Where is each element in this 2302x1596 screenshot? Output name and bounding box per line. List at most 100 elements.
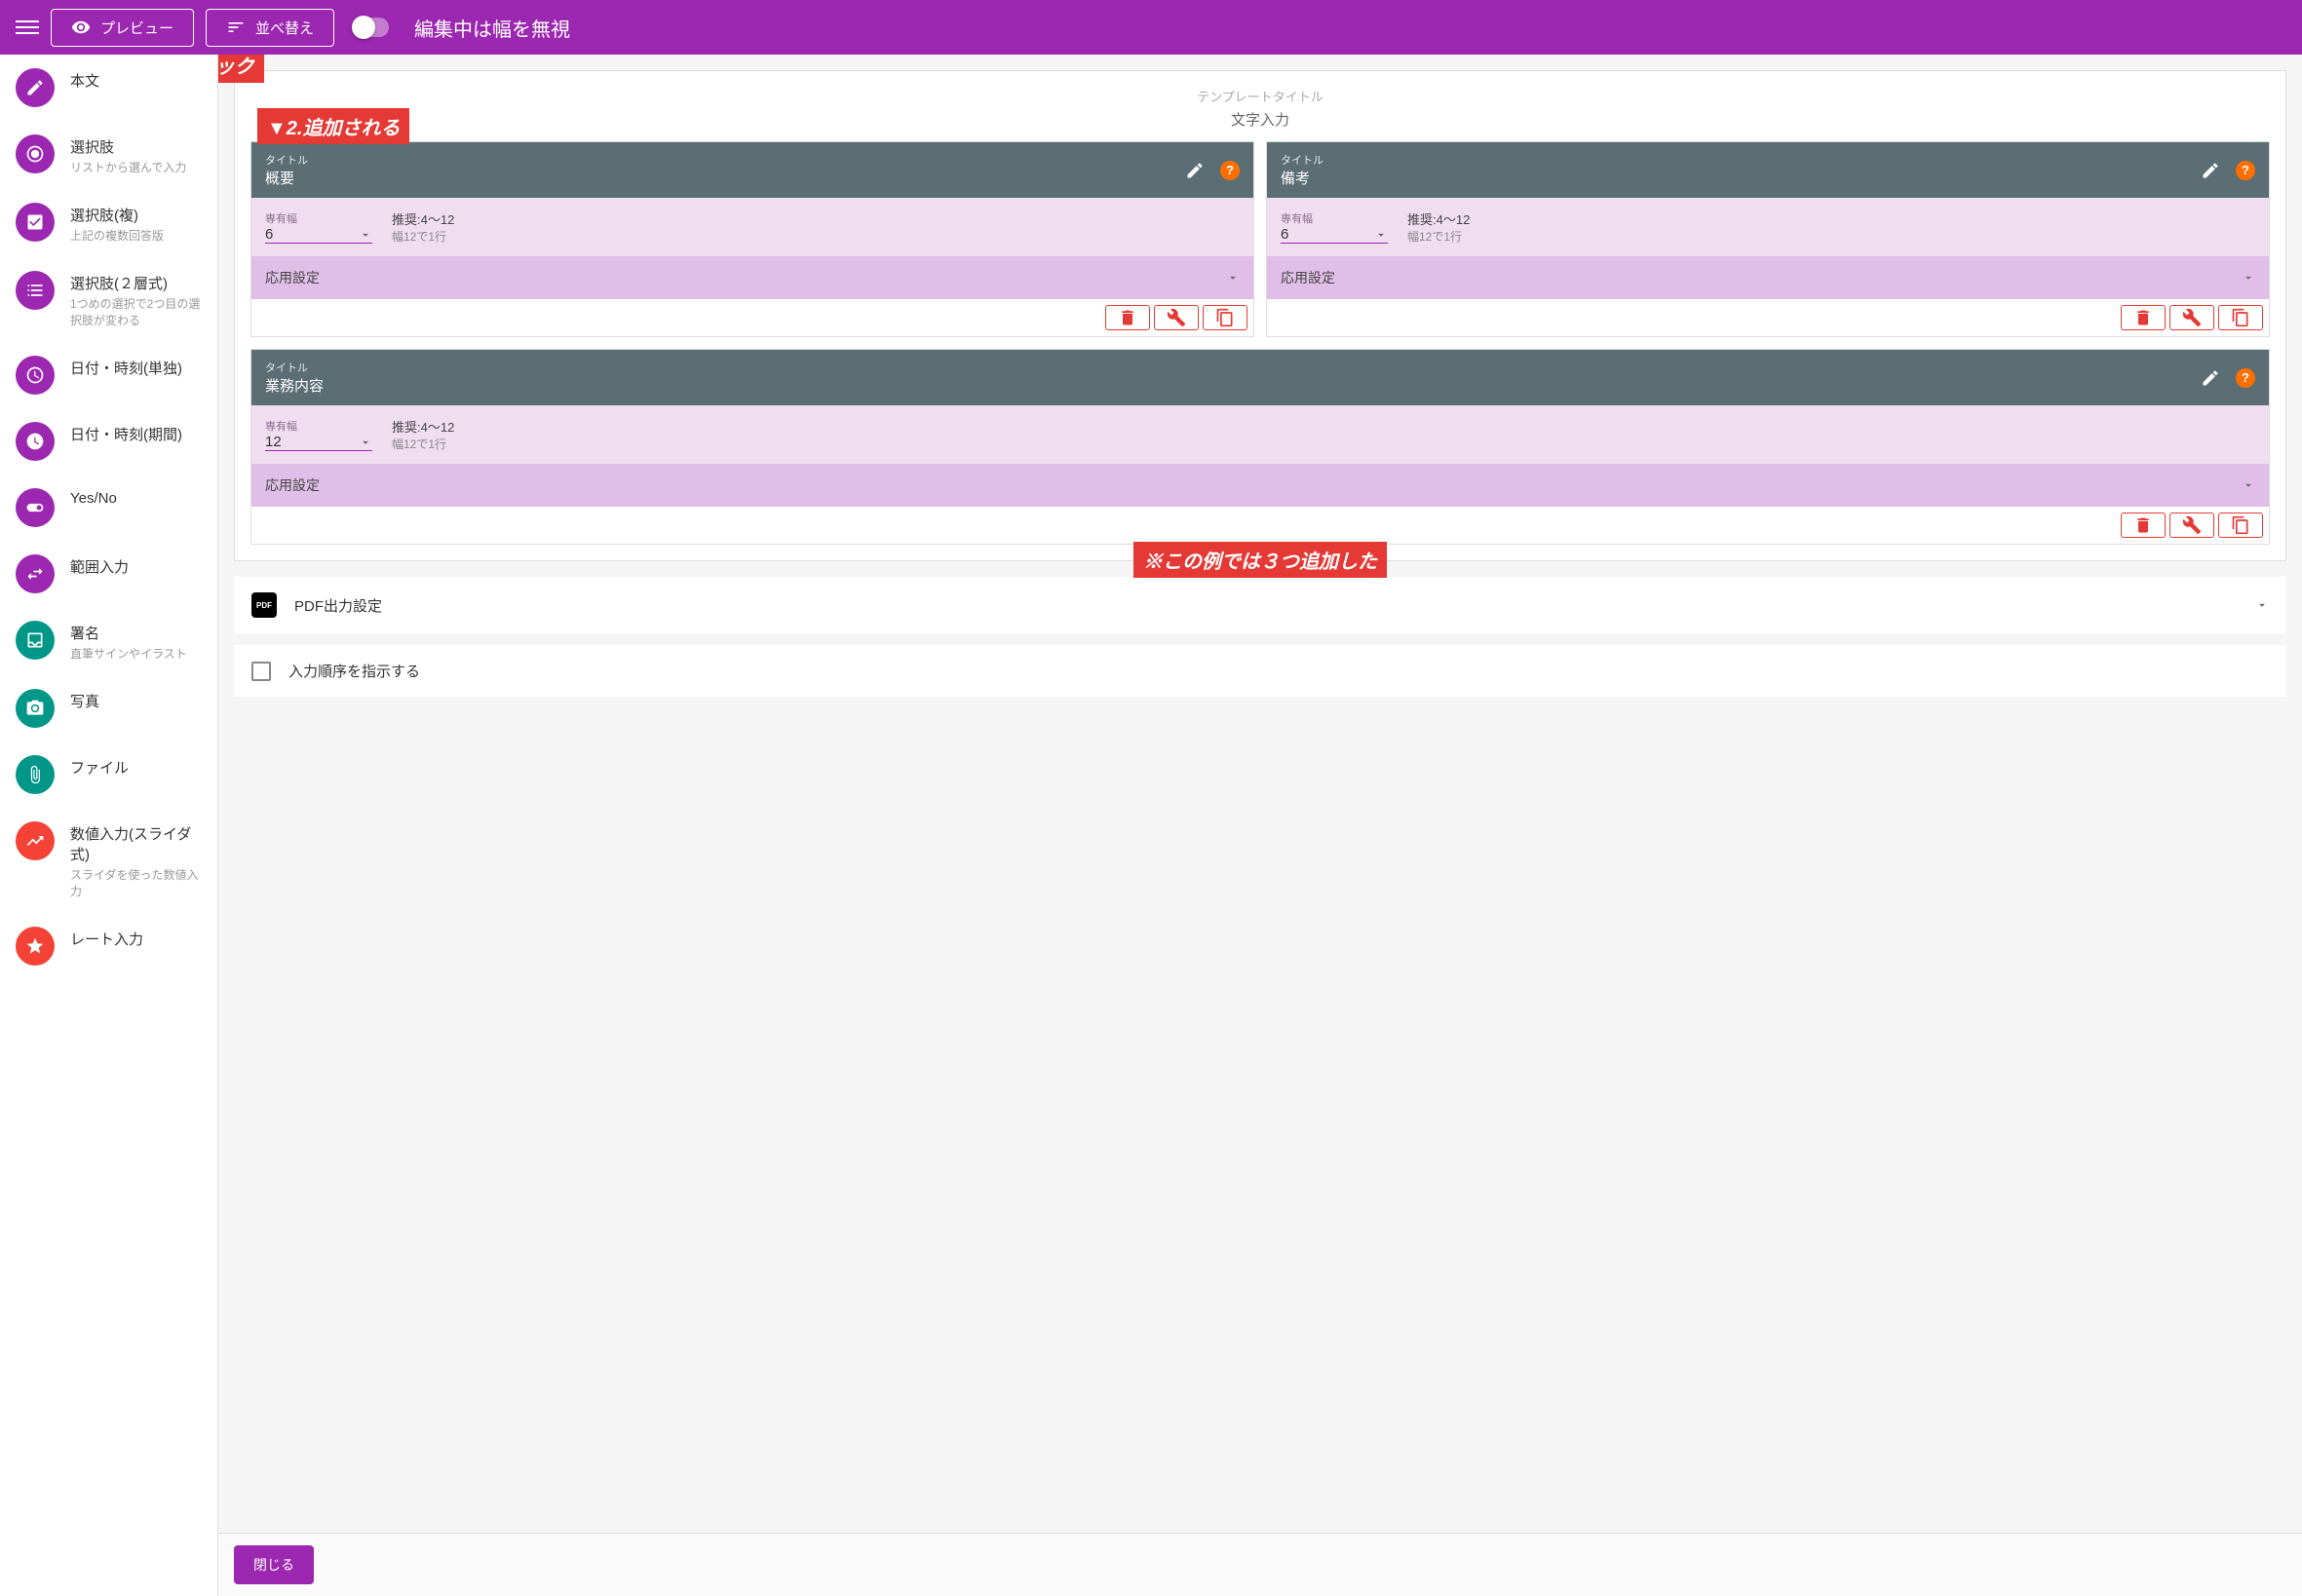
- settings-button[interactable]: [2169, 305, 2214, 330]
- sidebar-item-signature[interactable]: 署名直筆サインやイラスト: [0, 607, 217, 675]
- title-label: タイトル: [1281, 152, 2191, 168]
- checklist-icon: [16, 271, 55, 310]
- sort-button[interactable]: 並べ替え: [206, 9, 334, 47]
- eye-icon: [71, 18, 91, 37]
- edit-icon[interactable]: [1185, 161, 1205, 180]
- sidebar-item-photo[interactable]: 写真: [0, 675, 217, 741]
- width-value: 12: [265, 434, 282, 450]
- help-icon[interactable]: ?: [2236, 161, 2255, 180]
- input-order-checkbox[interactable]: [251, 662, 271, 681]
- sidebar-item-label: 範囲入力: [70, 556, 129, 577]
- sidebar-item-datetime-single[interactable]: 日付・時刻(単独): [0, 342, 217, 408]
- width-select[interactable]: 専有幅 6: [1281, 210, 1388, 244]
- radio-icon: [16, 134, 55, 173]
- settings-button[interactable]: [2169, 513, 2214, 538]
- ignore-width-toggle[interactable]: [354, 18, 389, 37]
- delete-button[interactable]: [2121, 305, 2166, 330]
- sidebar-item-file[interactable]: ファイル: [0, 741, 217, 808]
- field-card: タイトル 業務内容 ? 専有幅 12 推奨:4〜12幅12で1行: [250, 349, 2270, 545]
- width-recommend-sub: 幅12で1行: [392, 228, 454, 245]
- advanced-settings-toggle[interactable]: 応用設定: [251, 256, 1253, 299]
- chevron-down-icon: [1226, 271, 1240, 285]
- width-select[interactable]: 専有幅 12: [265, 418, 372, 451]
- chevron-down-icon: [2242, 271, 2255, 285]
- sidebar-item-text[interactable]: 本文: [0, 55, 217, 121]
- width-recommend: 推奨:4〜12: [392, 209, 454, 228]
- advanced-label: 応用設定: [1281, 268, 1335, 287]
- title-label: タイトル: [265, 152, 1175, 168]
- delete-button[interactable]: [2121, 513, 2166, 538]
- pdf-label: PDF出力設定: [294, 595, 2238, 616]
- sidebar-item-yesno[interactable]: Yes/No: [0, 475, 217, 541]
- width-label: 専有幅: [1281, 210, 1388, 226]
- input-order-row[interactable]: 入力順序を指示する: [234, 645, 2286, 697]
- template-title-label: テンプレートタイトル: [250, 87, 2270, 105]
- chevron-down-icon: [2255, 598, 2269, 612]
- sidebar-item-range[interactable]: 範囲入力: [0, 541, 217, 607]
- sort-label: 並べ替え: [255, 18, 314, 38]
- sidebar-item-label: 署名: [70, 623, 187, 643]
- trending-icon: [16, 821, 55, 860]
- sort-icon: [226, 18, 246, 37]
- sidebar-item-label: Yes/No: [70, 490, 117, 507]
- camera-icon: [16, 689, 55, 728]
- width-recommend: 推奨:4〜12: [392, 417, 454, 436]
- copy-button[interactable]: [2218, 513, 2263, 538]
- clock-fill-icon: [16, 422, 55, 461]
- width-value: 6: [1281, 226, 1288, 243]
- delete-button[interactable]: [1105, 305, 1150, 330]
- width-recommend-sub: 幅12で1行: [392, 436, 454, 452]
- preview-button[interactable]: プレビュー: [51, 9, 194, 47]
- advanced-label: 応用設定: [265, 475, 320, 495]
- sidebar-item-label: レート入力: [70, 929, 143, 949]
- copy-button[interactable]: [1203, 305, 1247, 330]
- annotation-3: ※この例では３つ追加した: [1133, 542, 1387, 578]
- toggle-icon: [16, 488, 55, 527]
- template-title: 文字入力: [250, 109, 2270, 130]
- pencil-icon: [16, 68, 55, 107]
- sidebar-item-desc: 1つめの選択で2つ目の選択肢が変わる: [70, 295, 202, 328]
- sidebar: 本文 選択肢リストから選んで入力 選択肢(複) 上記の複数回答版 選択肢(２層式)…: [0, 55, 218, 1596]
- edit-icon[interactable]: [2201, 368, 2220, 388]
- advanced-settings-toggle[interactable]: 応用設定: [251, 464, 2269, 507]
- sidebar-item-label: 選択肢: [70, 136, 186, 157]
- sidebar-item-datetime-range[interactable]: 日付・時刻(期間): [0, 408, 217, 475]
- card-title: 備考: [1281, 168, 2191, 188]
- sidebar-item-label: 本文: [70, 70, 99, 91]
- preview-label: プレビュー: [100, 18, 173, 38]
- input-order-label: 入力順序を指示する: [288, 661, 2269, 681]
- toggle-label: 編集中は幅を無視: [414, 14, 570, 42]
- sidebar-item-label: 選択肢(複): [70, 205, 164, 225]
- advanced-label: 応用設定: [265, 268, 320, 287]
- help-icon[interactable]: ?: [2236, 368, 2255, 388]
- width-select[interactable]: 専有幅 6: [265, 210, 372, 244]
- chevron-down-icon: [2242, 478, 2255, 492]
- sidebar-item-label: 写真: [70, 691, 99, 711]
- sidebar-item-two-tier[interactable]: 選択肢(２層式)1つめの選択で2つ目の選択肢が変わる: [0, 257, 217, 342]
- sidebar-item-choice[interactable]: 選択肢リストから選んで入力: [0, 121, 217, 189]
- pdf-settings-accordion[interactable]: PDF PDF出力設定: [234, 577, 2286, 633]
- dropdown-icon: [1374, 228, 1388, 242]
- clock-icon: [16, 356, 55, 395]
- sidebar-item-multichoice[interactable]: 選択肢(複) 上記の複数回答版: [0, 189, 217, 257]
- menu-button[interactable]: [16, 16, 39, 39]
- edit-icon[interactable]: [2201, 161, 2220, 180]
- field-card: タイトル 概要 ? 専有幅 6 推奨:4〜12幅12で1行: [250, 141, 1254, 337]
- advanced-settings-toggle[interactable]: 応用設定: [1267, 256, 2269, 299]
- help-icon[interactable]: ?: [1220, 161, 1240, 180]
- sidebar-item-slider[interactable]: 数値入力(スライダ式)スライダを使った数値入力: [0, 808, 217, 913]
- sidebar-item-desc: リストから選んで入力: [70, 159, 186, 175]
- checkbox-icon: [16, 203, 55, 242]
- close-button[interactable]: 閉じる: [234, 1545, 314, 1584]
- width-label: 専有幅: [265, 418, 372, 434]
- sidebar-item-desc: 上記の複数回答版: [70, 227, 164, 244]
- sidebar-item-label: 日付・時刻(期間): [70, 424, 182, 444]
- field-card: タイトル 備考 ? 専有幅 6 推奨:4〜12幅12で1行: [1266, 141, 2270, 337]
- dropdown-icon: [359, 436, 372, 449]
- copy-button[interactable]: [2218, 305, 2263, 330]
- sidebar-item-desc: 直筆サインやイラスト: [70, 645, 187, 662]
- sidebar-item-rate[interactable]: レート入力: [0, 913, 217, 979]
- settings-button[interactable]: [1154, 305, 1199, 330]
- width-recommend-sub: 幅12で1行: [1407, 228, 1470, 245]
- width-label: 専有幅: [265, 210, 372, 226]
